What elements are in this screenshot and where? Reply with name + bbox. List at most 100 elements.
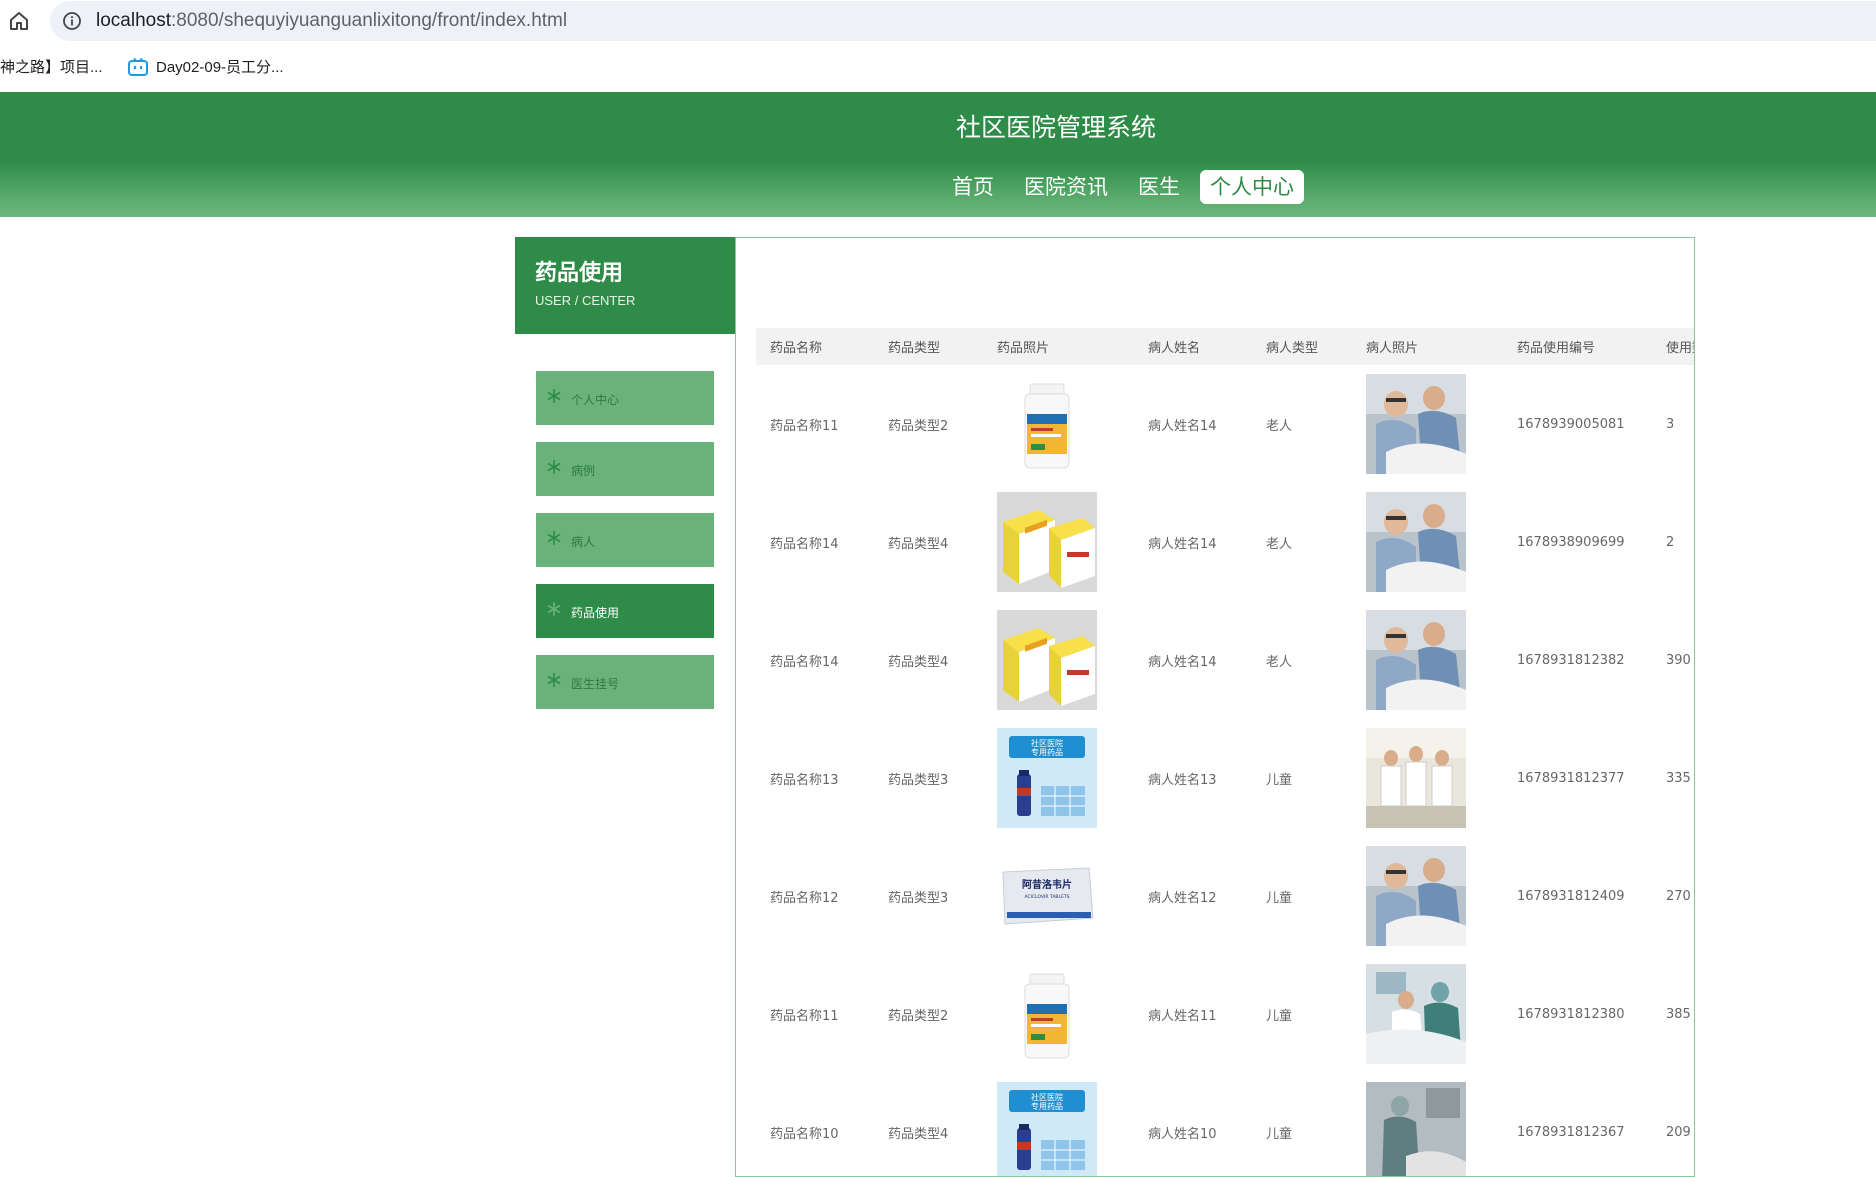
table-row[interactable]: 药品名称13 药品类型3 社区医院 专用药品 病人姓名13 儿童 167893181… (756, 719, 1694, 837)
sidebar-item-label: 病人 (571, 535, 596, 549)
drug-photo-cell (983, 483, 1134, 601)
bilibili-tv-icon (128, 57, 148, 76)
column-header: 药品使用编号 (1503, 328, 1652, 365)
patient-photo-cell (1352, 483, 1503, 601)
medicine-boxes-image[interactable] (997, 610, 1097, 710)
drug-name-cell: 药品名称11 (770, 1008, 839, 1024)
poster-text: 社区医院 (1031, 1092, 1063, 1102)
patient-photo-image[interactable] (1366, 1082, 1466, 1177)
drug-usage-table: 药品名称 药品类型 药品照片 病人姓名 病人类型 病人照片 药品使用编号 使用数… (756, 328, 1694, 1177)
table-row[interactable]: 药品名称14 药品类型4 病人姓名14 老人 1678938909699 2 (756, 483, 1694, 601)
patient-type-cell: 儿童 (1266, 890, 1293, 906)
sidebar-item-label: 医生挂号 (571, 677, 620, 691)
tablet-box-image[interactable]: 阿昔洛韦片 ACICLOVIR TABLETS (997, 846, 1097, 946)
drug-name-cell: 药品名称14 (770, 654, 839, 670)
url-host: localhost (96, 10, 171, 31)
drug-type-cell: 药品类型4 (888, 536, 949, 552)
usage-code-cell: 1678931812380 (1517, 1006, 1625, 1022)
drug-type-cell: 药品类型2 (888, 418, 949, 434)
bookmark-label: 神之路】项目... (0, 59, 103, 76)
quantity-cell: 390 (1666, 652, 1691, 668)
nav-personal-center[interactable]: 个人中心 (1200, 170, 1304, 204)
browser-toolbar: localhost:8080/shequyiyuanguanlixitong/f… (0, 0, 1876, 42)
site-info-icon[interactable] (62, 11, 82, 31)
bookmark-item[interactable]: Day02-09-员工分... (128, 56, 284, 77)
quantity-cell: 270 (1666, 888, 1691, 904)
patient-photo-image[interactable] (1366, 492, 1466, 592)
drug-name-cell: 药品名称13 (770, 772, 839, 788)
quantity-cell: 2 (1666, 534, 1675, 550)
drug-type-cell: 药品类型3 (888, 890, 949, 906)
patient-type-cell: 老人 (1266, 418, 1293, 434)
patient-photo-cell (1352, 955, 1503, 1073)
patient-photo-image[interactable] (1366, 846, 1466, 946)
patient-photo-cell (1352, 601, 1503, 719)
nav-doctors[interactable]: 医生 (1128, 170, 1190, 204)
drug-photo-cell: 阿昔洛韦片 ACICLOVIR TABLETS (983, 837, 1134, 955)
home-icon[interactable] (6, 8, 32, 34)
medicine-boxes-image[interactable] (997, 492, 1097, 592)
patient-photo-cell (1352, 365, 1503, 483)
sidebar-subtitle: USER / CENTER (535, 293, 636, 308)
drug-photo-cell (983, 365, 1134, 483)
drug-photo-cell (983, 601, 1134, 719)
bookmarks-bar: 神之路】项目... Day02-09-员工分... (0, 44, 1876, 88)
snowflake-icon (547, 673, 561, 687)
tablet-box-text: 阿昔洛韦片 (1022, 878, 1072, 891)
sidebar-item-patients[interactable]: 病人 (536, 513, 714, 567)
patient-type-cell: 儿童 (1266, 1008, 1293, 1024)
sidebar-item-label: 个人中心 (571, 393, 620, 407)
table-row[interactable]: 药品名称11 药品类型2 病人姓名14 老人 1678939005081 3 (756, 365, 1694, 483)
usage-code-cell: 1678938909699 (1517, 534, 1625, 550)
usage-code-cell: 1678939005081 (1517, 416, 1625, 432)
sidebar-item-personal-center[interactable]: 个人中心 (536, 371, 714, 425)
table-row[interactable]: 药品名称11 药品类型2 病人姓名11 儿童 1678931812380 385 (756, 955, 1694, 1073)
usage-code-cell: 1678931812377 (1517, 770, 1625, 786)
table-row[interactable]: 药品名称12 药品类型3 阿昔洛韦片 ACICLOVIR TABLETS 病人姓名… (756, 837, 1694, 955)
patient-photo-image[interactable] (1366, 374, 1466, 474)
quantity-cell: 335 (1666, 770, 1691, 786)
sidebar-item-cases[interactable]: 病例 (536, 442, 714, 496)
medicine-poster-image[interactable]: 社区医院 专用药品 (997, 1082, 1097, 1177)
sidebar-item-drug-usage[interactable]: 药品使用 (536, 584, 714, 638)
patient-photo-image[interactable] (1366, 728, 1466, 828)
usage-code-cell: 1678931812382 (1517, 652, 1625, 668)
drug-photo-cell (983, 955, 1134, 1073)
quantity-cell: 209 (1666, 1124, 1691, 1140)
table-row[interactable]: 药品名称10 药品类型4 社区医院 专用药品 病人姓名10 儿童 167893181… (756, 1073, 1694, 1177)
bookmark-item[interactable]: 神之路】项目... (0, 56, 103, 77)
patient-photo-image[interactable] (1366, 964, 1466, 1064)
quantity-cell: 385 (1666, 1006, 1691, 1022)
main-panel: 药品名称 药品类型 药品照片 病人姓名 病人类型 病人照片 药品使用编号 使用数… (735, 237, 1695, 1177)
column-header: 药品类型 (874, 328, 983, 365)
drug-name-cell: 药品名称10 (770, 1126, 839, 1142)
tablet-box-subtext: ACICLOVIR TABLETS (1025, 894, 1070, 900)
address-bar[interactable]: localhost:8080/shequyiyuanguanlixitong/f… (50, 1, 1876, 41)
sidebar-header: 药品使用 USER / CENTER (515, 237, 735, 334)
column-header: 使用数量 (1652, 328, 1694, 365)
drug-photo-cell: 社区医院 专用药品 (983, 719, 1134, 837)
medicine-poster-image[interactable]: 社区医院 专用药品 (997, 728, 1097, 828)
medicine-bottle-image[interactable] (997, 964, 1097, 1064)
nav-news[interactable]: 医院资讯 (1014, 170, 1118, 204)
sidebar-menu: 个人中心 病例 病人 药品使用 医生挂号 (536, 371, 714, 726)
patient-name-cell: 病人姓名14 (1148, 536, 1217, 552)
patient-type-cell: 儿童 (1266, 1126, 1293, 1142)
sidebar-item-registration[interactable]: 医生挂号 (536, 655, 714, 709)
column-header: 病人照片 (1352, 328, 1503, 365)
drug-photo-cell: 社区医院 专用药品 (983, 1073, 1134, 1177)
patient-name-cell: 病人姓名10 (1148, 1126, 1217, 1142)
snowflake-icon (547, 460, 561, 474)
table-row[interactable]: 药品名称14 药品类型4 病人姓名14 老人 1678931812382 390 (756, 601, 1694, 719)
patient-type-cell: 儿童 (1266, 772, 1293, 788)
main-nav: 首页 医院资讯 医生 个人中心 (942, 170, 1314, 204)
quantity-cell: 3 (1666, 416, 1675, 432)
sidebar-item-label: 药品使用 (571, 606, 620, 620)
poster-text: 专用药品 (1031, 747, 1063, 757)
medicine-bottle-image[interactable] (997, 374, 1097, 474)
patient-name-cell: 病人姓名14 (1148, 654, 1217, 670)
nav-home[interactable]: 首页 (942, 170, 1004, 204)
patient-photo-image[interactable] (1366, 610, 1466, 710)
snowflake-icon (547, 602, 561, 616)
drug-type-cell: 药品类型4 (888, 654, 949, 670)
